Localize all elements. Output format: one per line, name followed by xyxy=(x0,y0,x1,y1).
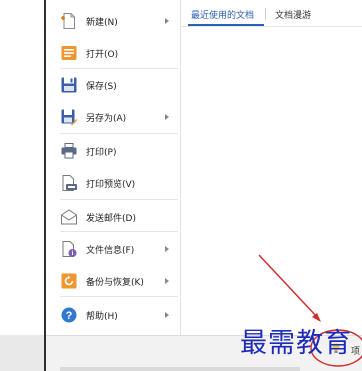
submenu-arrow-icon xyxy=(165,18,169,24)
menu-item-file-info[interactable]: 文件信息(F) xyxy=(46,236,180,262)
print-preview-icon xyxy=(62,175,77,191)
menu-item-save-as[interactable]: 另存为(A) xyxy=(46,104,180,130)
menu-item-backup-restore[interactable]: 备份与恢复(K) xyxy=(46,268,180,294)
horizontal-scrollbar[interactable] xyxy=(60,367,300,371)
submenu-arrow-icon xyxy=(165,114,169,120)
menu-item-save-label: 保存(S) xyxy=(86,81,117,92)
submenu-arrow-icon xyxy=(165,312,169,318)
submenu-arrow-icon xyxy=(165,278,169,284)
document-panel: 最近使用的文档 文档漫游 xyxy=(181,0,362,335)
mail-icon xyxy=(61,209,77,225)
menu-item-save[interactable]: 保存(S) xyxy=(46,72,180,98)
watermark-text: 最需教育 xyxy=(240,328,352,359)
file-info-icon xyxy=(62,241,77,257)
file-menu-panel: 新建(N) 打开(O) 保存(S) 另存为(A) 打印(P) 打印预览(V) 发… xyxy=(46,0,180,335)
menu-item-send-mail[interactable]: 发送邮件(D) xyxy=(46,204,180,230)
menu-item-file-info-label: 文件信息(F) xyxy=(86,245,135,256)
menu-item-print-preview[interactable]: 打印预览(V) xyxy=(46,170,180,196)
menu-separator xyxy=(60,133,178,134)
left-strip-footer xyxy=(0,335,46,371)
save-icon xyxy=(61,77,77,93)
save-as-icon xyxy=(61,109,78,126)
menu-item-save-as-label: 另存为(A) xyxy=(86,113,127,124)
help-icon: ? xyxy=(61,307,77,323)
svg-text:?: ? xyxy=(66,310,73,322)
menu-item-print[interactable]: 打印(P) xyxy=(46,138,180,164)
menu-item-open-label: 打开(O) xyxy=(86,49,119,60)
menu-item-new-label: 新建(N) xyxy=(86,17,118,28)
menu-item-backup-restore-label: 备份与恢复(K) xyxy=(86,277,144,288)
tab-separator xyxy=(265,8,266,20)
tab-bar-border xyxy=(181,26,362,27)
menu-separator xyxy=(60,296,178,297)
open-folder-icon xyxy=(61,46,77,60)
menu-separator xyxy=(60,68,178,69)
menu-item-help[interactable]: ? 帮助(H) xyxy=(46,302,180,328)
tab-recent-documents[interactable]: 最近使用的文档 xyxy=(191,8,254,21)
menu-separator xyxy=(60,199,178,200)
menu-item-open[interactable]: 打开(O) xyxy=(46,40,180,66)
menu-item-send-mail-label: 发送邮件(D) xyxy=(86,213,136,224)
new-document-icon xyxy=(61,13,75,29)
menu-item-help-label: 帮助(H) xyxy=(86,311,118,322)
tab-document-roaming[interactable]: 文档漫游 xyxy=(275,8,311,21)
submenu-arrow-icon xyxy=(165,246,169,252)
menu-item-print-preview-label: 打印预览(V) xyxy=(86,179,136,190)
left-strip xyxy=(0,0,46,371)
printer-icon xyxy=(61,143,77,159)
options-suffix-text: 项 xyxy=(351,347,361,357)
backup-restore-icon xyxy=(61,273,77,289)
menu-item-new[interactable]: 新建(N) xyxy=(46,8,180,34)
menu-separator xyxy=(60,231,178,232)
menu-item-print-label: 打印(P) xyxy=(86,147,117,158)
